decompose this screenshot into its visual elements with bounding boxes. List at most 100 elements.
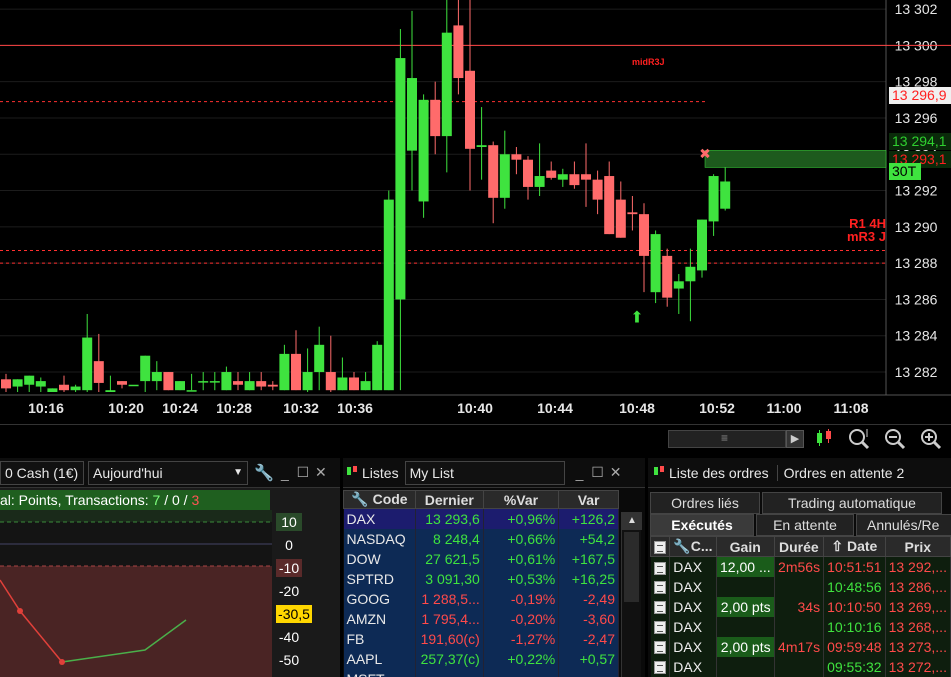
col-last-header[interactable]: Dernier	[414, 490, 484, 509]
equity-y-label: -30,5	[276, 605, 312, 623]
orders-title: Liste des ordres	[669, 464, 769, 481]
candle-body	[488, 145, 499, 198]
maximize-icon[interactable]: ☐	[591, 464, 605, 481]
candle-body	[47, 388, 58, 392]
col-code-header[interactable]: 🔧 Code	[343, 490, 416, 509]
scroll-grip-icon: ≡	[721, 431, 729, 445]
candle-body	[546, 170, 557, 178]
row-var: +0,57	[558, 648, 619, 669]
order-zone-box	[704, 150, 887, 168]
row-var: +167,5	[558, 548, 619, 569]
watchlist-row[interactable]: NASDAQ 8 248,4 +0,66% +54,2	[343, 528, 619, 549]
tab-en-attente[interactable]: En attente	[756, 514, 854, 536]
col-code-header[interactable]: 🔧C...	[669, 536, 717, 557]
close-icon[interactable]: ✕	[314, 464, 328, 481]
wrench-icon[interactable]: 🔧	[254, 463, 274, 483]
candle-body	[511, 154, 522, 160]
order-gain: 2,00 pts	[716, 636, 775, 657]
col-price-header[interactable]: Prix	[884, 536, 951, 557]
scroll-thumb[interactable]	[624, 532, 639, 602]
zoom-in-icon[interactable]	[918, 427, 944, 453]
order-row[interactable]: DAX 12,00 ... 2m56s 10:51:51 13 292,...	[650, 556, 951, 577]
col-date-label: Date	[846, 538, 878, 554]
period-dropdown[interactable]: Aujourd'hui ▼	[88, 460, 248, 485]
row-var: +16,25	[558, 568, 619, 589]
row-var: -2,49	[558, 588, 619, 609]
watchlist-row[interactable]: SPTRD 3 091,30 +0,53% +16,25	[343, 568, 619, 589]
order-doc-cell[interactable]	[650, 616, 671, 637]
col-pct-header[interactable]: %Var	[482, 490, 560, 509]
watchlist-row[interactable]: AMZN 1 795,4... -0,20% -3,60	[343, 608, 619, 629]
zoom-out-icon[interactable]	[882, 427, 908, 453]
orders-panel-header: Liste des ordres Ordres en attente 2	[648, 458, 951, 488]
candle-body	[592, 179, 603, 200]
watchlist-row[interactable]: GOOG 1 288,5... -0,19% -2,49	[343, 588, 619, 609]
candlestick-chart-svg[interactable]: 13 30213 30013 29813 29613 29413 29213 2…	[0, 0, 951, 420]
zoom-fit-icon[interactable]	[846, 427, 872, 453]
instrument-label: 0 Cash (1€)	[5, 464, 79, 481]
col-gain-header[interactable]: Gain	[715, 536, 775, 557]
order-doc-cell[interactable]	[650, 576, 671, 597]
order-price: 13 272,...	[885, 656, 951, 677]
row-var: +126,2	[558, 508, 619, 529]
col-var-header[interactable]: Var	[558, 490, 619, 509]
wrench-icon[interactable]: 🔧	[673, 538, 690, 554]
chart-horizontal-scrollbar[interactable]: ≡	[668, 430, 786, 448]
row-last: 1 288,5...	[415, 588, 484, 609]
col-duration-header[interactable]: Durée	[773, 536, 825, 557]
watchlist-row[interactable]: DAX 13 293,6 +0,96% +126,2	[343, 508, 619, 529]
list-name-field[interactable]: My List	[404, 460, 565, 485]
tab-ordres-lies[interactable]: Ordres liés	[650, 492, 760, 514]
tab-executes[interactable]: Exécutés	[650, 514, 754, 536]
order-doc-cell[interactable]	[650, 596, 671, 617]
order-row[interactable]: DAX 2,00 pts 34s 10:10:50 13 269,...	[650, 596, 951, 617]
watchlist-row[interactable]: FB 191,60(c) -1,27% -2,47	[343, 628, 619, 649]
maximize-icon[interactable]: ☐	[296, 464, 310, 481]
order-row[interactable]: DAX 10:48:56 13 286,...	[650, 576, 951, 597]
minimize-icon[interactable]: _	[278, 465, 292, 481]
order-doc-cell[interactable]	[650, 656, 671, 677]
orders-table: 🔧C... Gain Durée ⇧ Date Prix DAX 12,00 ..…	[649, 536, 951, 677]
price-chart[interactable]: 13 30213 30013 29813 29613 29413 29213 2…	[0, 0, 951, 420]
order-row[interactable]: DAX 09:55:32 13 272,...	[650, 656, 951, 677]
order-code: DAX	[669, 576, 717, 597]
candle-body	[569, 174, 580, 186]
candle-body	[128, 384, 139, 387]
candle-body	[140, 355, 151, 382]
candles-toolbar-icon[interactable]	[812, 427, 838, 453]
tab-annules[interactable]: Annulés/Re	[856, 514, 951, 536]
watchlist-row[interactable]: MSFT	[343, 668, 619, 677]
time-tick-label: 11:08	[833, 400, 868, 416]
minimize-icon[interactable]: _	[573, 465, 587, 481]
wrench-icon[interactable]: 🔧	[351, 491, 368, 507]
order-doc-cell[interactable]	[650, 636, 671, 657]
tab-trading-automatique[interactable]: Trading automatique	[762, 492, 942, 514]
order-close-icon: ✖	[699, 145, 711, 161]
order-doc-cell[interactable]	[650, 556, 671, 577]
equity-y-label: 10	[276, 513, 302, 531]
order-row[interactable]: DAX 2,00 pts 4m17s 09:59:48 13 273,...	[650, 636, 951, 657]
col-date-header[interactable]: ⇧ Date	[823, 536, 886, 557]
col-doc-header[interactable]	[649, 536, 671, 557]
watchlist-title: Listes	[362, 464, 399, 481]
row-code: DOW	[343, 548, 416, 569]
watchlist-scrollbar[interactable]: ▲	[621, 512, 642, 677]
instrument-selector[interactable]: 0 Cash (1€)	[0, 460, 84, 485]
candle-body	[325, 372, 336, 391]
close-icon[interactable]: ✕	[609, 464, 623, 481]
candle-body	[534, 176, 545, 187]
equity-panel-header: 0 Cash (1€) Aujourd'hui ▼ 🔧 _ ☐ ✕	[0, 458, 340, 488]
order-row[interactable]: DAX 10:10:16 13 268,...	[650, 616, 951, 637]
watchlist-row[interactable]: AAPL 257,37(c) +0,22% +0,57	[343, 648, 619, 669]
price-tick-label: 13 292	[895, 183, 938, 199]
equity-panel: 0 Cash (1€) Aujourd'hui ▼ 🔧 _ ☐ ✕ al: Po…	[0, 458, 340, 677]
watchlist-row[interactable]: DOW 27 621,5 +0,61% +167,5	[343, 548, 619, 569]
candle-body	[24, 375, 35, 385]
scroll-right-arrow-icon[interactable]: ▶	[786, 430, 804, 448]
time-tick-label: 10:48	[619, 400, 655, 416]
time-tick-label: 10:40	[457, 400, 493, 416]
orders-subtitle[interactable]: Ordres en attente 2	[776, 464, 904, 481]
col-code-label: Code	[372, 491, 408, 507]
equity-point	[17, 608, 23, 614]
scroll-up-arrow-icon[interactable]: ▲	[622, 512, 642, 530]
